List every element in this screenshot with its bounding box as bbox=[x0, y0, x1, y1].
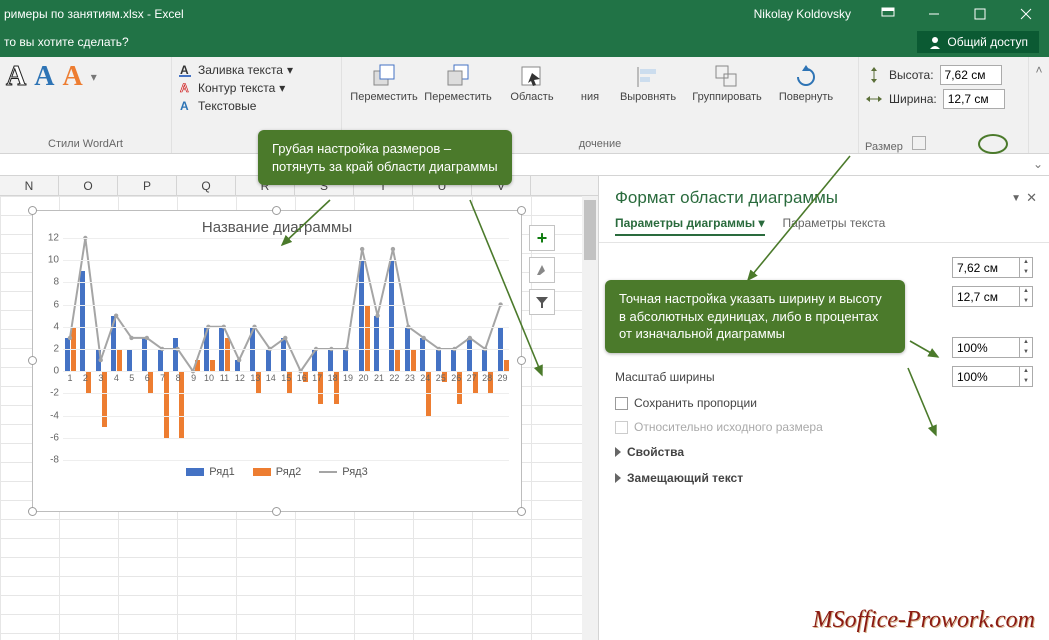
person-icon bbox=[928, 35, 942, 49]
chart-styles-button[interactable] bbox=[529, 257, 555, 283]
tellme-bar: то вы хотите сделать? Общий доступ bbox=[0, 27, 1049, 57]
column-header[interactable]: Q bbox=[177, 176, 236, 195]
checkbox bbox=[615, 421, 628, 434]
minimize-button[interactable] bbox=[911, 0, 957, 27]
title-bar: римеры по занятиям.xlsx - Excel Nikolay … bbox=[0, 0, 1049, 27]
pane-scale-width-input[interactable] bbox=[952, 366, 1020, 387]
chart-plot-area[interactable]: -8-6-4-2024681012 1234567891011121314151… bbox=[63, 238, 509, 460]
formula-bar[interactable]: ⌄ bbox=[0, 154, 1049, 176]
chart-object[interactable]: Название диаграммы -8-6-4-2024681012 123… bbox=[32, 210, 522, 512]
spinner[interactable]: ▲▼ bbox=[1020, 257, 1033, 278]
width-icon bbox=[865, 90, 883, 108]
width-control[interactable]: Ширина: bbox=[865, 89, 1022, 109]
watermark: MSoffice-Prowork.com bbox=[813, 607, 1035, 634]
wordart-style-1[interactable]: A bbox=[6, 61, 26, 93]
resize-handle[interactable] bbox=[272, 206, 281, 215]
send-backward-button[interactable]: Переместить bbox=[422, 61, 494, 105]
height-icon bbox=[865, 66, 883, 84]
height-label: Высота: bbox=[889, 68, 934, 82]
pane-close-button[interactable]: ✕ bbox=[1026, 190, 1037, 206]
spinner[interactable]: ▲▼ bbox=[1020, 337, 1033, 358]
width-input[interactable] bbox=[943, 89, 1005, 109]
pane-pin-icon[interactable]: ▼ bbox=[1011, 193, 1021, 204]
pane-scale-width-row: Масштаб ширины ▲▼ bbox=[615, 362, 1033, 391]
section-alttext[interactable]: Замещающий текст bbox=[615, 465, 1033, 491]
legend-series2: Ряд2 bbox=[276, 466, 301, 478]
spinner[interactable]: ▲▼ bbox=[1020, 286, 1033, 307]
spinner[interactable]: ▲▼ bbox=[1020, 366, 1033, 387]
app-title: римеры по занятиям.xlsx - Excel bbox=[0, 7, 184, 21]
height-input[interactable] bbox=[940, 65, 1002, 85]
column-header[interactable]: P bbox=[118, 176, 177, 195]
gallery-more-icon[interactable]: ▾ bbox=[91, 70, 97, 84]
resize-handle[interactable] bbox=[28, 507, 37, 516]
resize-handle[interactable] bbox=[517, 507, 526, 516]
pane-title: Формат области диаграммы bbox=[599, 176, 1049, 216]
text-fill-button[interactable]: AЗаливка текста ▾ bbox=[178, 61, 335, 79]
chart-title[interactable]: Название диаграммы bbox=[33, 211, 521, 238]
callout-rough-resize: Грубая настройка размеров – потянуть за … bbox=[258, 130, 512, 185]
selection-pane-button[interactable]: Область bbox=[496, 61, 568, 105]
group-button[interactable]: Группировать bbox=[686, 61, 768, 105]
share-label: Общий доступ bbox=[947, 35, 1028, 49]
expand-formula-bar-icon[interactable]: ⌄ bbox=[1033, 157, 1043, 171]
partial-label: ния bbox=[570, 61, 610, 105]
section-properties[interactable]: Свойства bbox=[615, 439, 1033, 465]
resize-handle[interactable] bbox=[517, 206, 526, 215]
bring-forward-button[interactable]: Переместить bbox=[348, 61, 420, 105]
maximize-button[interactable] bbox=[957, 0, 1003, 27]
format-chart-area-pane: Формат области диаграммы ▼ ✕ Параметры д… bbox=[598, 176, 1049, 640]
callout-precise-resize: Точная настройка указать ширину и высоту… bbox=[605, 280, 905, 353]
wordart-styles-group: A A A ▾ Стили WordArt bbox=[0, 57, 172, 153]
svg-text:A: A bbox=[180, 81, 189, 95]
width-label: Ширина: bbox=[889, 92, 937, 106]
pane-height-input[interactable] bbox=[952, 257, 1020, 278]
column-header[interactable]: N bbox=[0, 176, 59, 195]
ribbon: A A A ▾ Стили WordArt AЗаливка текста ▾ … bbox=[0, 57, 1049, 154]
vertical-scrollbar[interactable] bbox=[582, 196, 598, 640]
tellme-text[interactable]: то вы хотите сделать? bbox=[0, 35, 129, 49]
text-outline-button[interactable]: AКонтур текста ▾ bbox=[178, 79, 335, 97]
legend-series3: Ряд3 bbox=[342, 466, 367, 478]
svg-text:A: A bbox=[180, 99, 189, 113]
chart-elements-button[interactable]: + bbox=[529, 225, 555, 251]
checkbox[interactable] bbox=[615, 397, 628, 410]
worksheet-grid[interactable]: NOPQRSTUV Название диаграммы -8-6-4-2024… bbox=[0, 176, 598, 640]
tab-text-options[interactable]: Параметры текста bbox=[783, 216, 886, 236]
size-dialog-launcher[interactable] bbox=[912, 136, 926, 150]
wordart-style-3[interactable]: A bbox=[62, 61, 82, 93]
pane-height-row: H ▲▼ bbox=[615, 253, 1033, 282]
rotate-button[interactable]: Повернуть bbox=[770, 61, 842, 105]
pane-width-input[interactable] bbox=[952, 286, 1020, 307]
chart-legend[interactable]: Ряд1 Ряд2 Ряд3 bbox=[33, 460, 521, 484]
user-name[interactable]: Nikolay Koldovsky bbox=[754, 7, 851, 21]
resize-handle[interactable] bbox=[272, 507, 281, 516]
relative-original-row: Относительно исходного размера bbox=[615, 415, 1033, 439]
close-button[interactable] bbox=[1003, 0, 1049, 27]
resize-handle[interactable] bbox=[517, 356, 526, 365]
tab-chart-options[interactable]: Параметры диаграммы ▾ bbox=[615, 216, 765, 236]
lock-aspect-row[interactable]: Сохранить пропорции bbox=[615, 391, 1033, 415]
column-header[interactable]: O bbox=[59, 176, 118, 195]
chart-filters-button[interactable] bbox=[529, 289, 555, 315]
svg-text:A: A bbox=[180, 63, 189, 77]
legend-series1: Ряд1 bbox=[209, 466, 234, 478]
ribbon-options-icon[interactable] bbox=[865, 0, 911, 27]
resize-handle[interactable] bbox=[28, 206, 37, 215]
ribbon-collapse-icon[interactable]: ˄ bbox=[1029, 57, 1049, 153]
align-button[interactable]: Выровнять bbox=[612, 61, 684, 105]
wordart-style-2[interactable]: A bbox=[34, 61, 54, 93]
height-control[interactable]: Высота: bbox=[865, 65, 1022, 85]
size-group: Высота: Ширина: Размер bbox=[859, 57, 1029, 153]
wordart-group-label: Стили WordArt bbox=[6, 138, 165, 153]
resize-handle[interactable] bbox=[28, 356, 37, 365]
text-effects-button[interactable]: AТекстовые bbox=[178, 97, 335, 115]
pane-scale-height-input[interactable] bbox=[952, 337, 1020, 358]
share-button[interactable]: Общий доступ bbox=[917, 31, 1039, 53]
